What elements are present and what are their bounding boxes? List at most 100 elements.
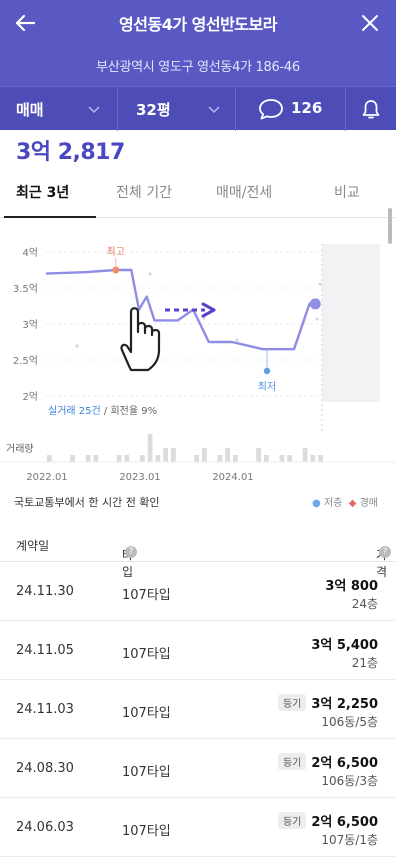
volume-bar bbox=[155, 455, 161, 462]
y-tick-label: 2.5억 bbox=[13, 355, 38, 367]
deal-price-value: 2억 6,500 bbox=[311, 756, 378, 771]
deal-price: 3억 800 bbox=[325, 575, 378, 594]
size-select[interactable]: 32평 bbox=[118, 87, 236, 131]
floor-info: 106동/5층 bbox=[321, 715, 378, 729]
deal-price: 등기 2억 6,500 bbox=[277, 811, 378, 830]
volume-bar bbox=[93, 455, 99, 462]
header-contract-date: 계약일 bbox=[16, 539, 50, 553]
volume-bar bbox=[233, 455, 238, 462]
x-tick-label: 2024.01 bbox=[212, 472, 253, 483]
deal-dot bbox=[75, 344, 79, 348]
volume-bar bbox=[217, 455, 223, 462]
y-tick-label: 3억 bbox=[22, 319, 38, 331]
volume-bar bbox=[171, 448, 176, 462]
volume-bar bbox=[256, 448, 261, 462]
deal-price-value: 3억 800 bbox=[325, 579, 378, 594]
volume-bar bbox=[202, 448, 207, 462]
comment-count: 126 bbox=[291, 99, 323, 117]
help-icon[interactable]: ? bbox=[379, 546, 391, 558]
close-icon[interactable] bbox=[358, 11, 382, 35]
volume-bar bbox=[147, 434, 153, 462]
deal-count[interactable]: 실거래 25건 bbox=[48, 406, 101, 417]
volume-bar bbox=[163, 448, 168, 462]
comments-button[interactable]: 126 bbox=[236, 87, 346, 131]
volume-bar bbox=[287, 455, 292, 462]
volume-bar bbox=[124, 455, 130, 462]
complex-title: 영선동4가 영선반도보라 bbox=[119, 15, 277, 34]
tab-sale-lease[interactable]: 매매/전세 bbox=[216, 182, 272, 202]
low-floor-marker-icon: ● bbox=[312, 498, 321, 509]
filter-row: 매매 32평 126 bbox=[0, 86, 396, 131]
unit-type: 107타입 bbox=[122, 588, 171, 603]
contract-date: 24.11.03 bbox=[16, 702, 74, 717]
registered-badge: 등기 bbox=[277, 812, 307, 829]
tab-compare[interactable]: 비교 bbox=[334, 182, 360, 202]
low-point-marker bbox=[263, 367, 271, 375]
y-tick-label: 4억 bbox=[22, 247, 38, 259]
size-label: 32평 bbox=[136, 101, 171, 119]
deal-price: 3억 5,400 bbox=[311, 634, 378, 653]
address-text: 부산광역시 영도구 영선동4가 186-46 bbox=[96, 60, 300, 75]
volume-bar bbox=[116, 455, 122, 462]
volume-label: 거래량 bbox=[6, 444, 34, 455]
chevron-down-icon bbox=[208, 106, 220, 114]
header-bar: 영선동4가 영선반도보라 부산광역시 영도구 영선동4가 186-46 매매 3… bbox=[0, 0, 396, 131]
contract-date: 24.11.30 bbox=[16, 584, 74, 599]
deal-dot bbox=[235, 338, 239, 342]
table-row[interactable]: 24.08.30 107타입 등기 2억 6,500 106동/3층 bbox=[0, 739, 396, 798]
volume-bar bbox=[47, 455, 52, 462]
volume-bar bbox=[310, 455, 316, 462]
volume-bar bbox=[140, 455, 145, 462]
turnover-rate: / 회전율 9% bbox=[103, 406, 158, 417]
contract-date: 24.11.05 bbox=[16, 643, 74, 658]
header-top: 영선동4가 영선반도보라 bbox=[0, 0, 396, 46]
table-header: 계약일 타입? 가격? bbox=[0, 528, 396, 579]
y-tick-label: 2억 bbox=[22, 391, 38, 403]
deal-dot bbox=[148, 272, 152, 276]
floor-info: 107동/1층 bbox=[321, 833, 378, 847]
registered-badge: 등기 bbox=[277, 694, 307, 711]
auction-marker-icon: ◆ bbox=[348, 498, 357, 509]
deal-price: 등기 3억 2,250 bbox=[277, 693, 378, 712]
deal-price-value: 3억 2,250 bbox=[311, 697, 378, 712]
legend-auction: 경매 bbox=[359, 498, 378, 509]
unit-type: 107타입 bbox=[122, 706, 171, 721]
help-icon[interactable]: ? bbox=[125, 546, 137, 558]
table-row[interactable]: 24.11.05 107타입 3억 5,400 21층 bbox=[0, 621, 396, 680]
chart-legend: ● 저층 ◆ 경매 bbox=[312, 494, 378, 509]
table-row[interactable]: 24.06.03 107타입 등기 2억 6,500 107동/1층 bbox=[0, 798, 396, 857]
x-tick-label: 2022.01 bbox=[26, 472, 67, 483]
unit-type: 107타입 bbox=[122, 647, 171, 662]
floor-info: 106동/3층 bbox=[321, 774, 378, 788]
deal-price-value: 3억 5,400 bbox=[311, 638, 378, 653]
table-row[interactable]: 24.11.03 107타입 등기 3억 2,250 106동/5층 bbox=[0, 680, 396, 739]
high-label: 최고 bbox=[107, 246, 125, 258]
period-tabs: 최근 3년 전체 기간 매매/전세 비교 bbox=[0, 170, 396, 218]
deal-price: 등기 2억 6,500 bbox=[277, 752, 378, 771]
deal-dot bbox=[315, 317, 319, 321]
low-label: 최저 bbox=[258, 381, 276, 393]
volume-bar bbox=[318, 455, 323, 462]
data-source-text: 국토교통부에서 한 시간 전 확인 bbox=[14, 496, 160, 509]
trade-type-label: 매매 bbox=[16, 101, 44, 119]
back-arrow-icon[interactable] bbox=[12, 10, 38, 36]
tab-all-period[interactable]: 전체 기간 bbox=[116, 182, 172, 202]
price-line bbox=[45, 268, 318, 351]
registered-badge: 등기 bbox=[277, 753, 307, 770]
price-chart[interactable]: 4억 3.5억 3억 2.5억 2억 최고최저 2022.01 2023.01 2024.01 bbox=[0, 234, 396, 484]
deal-price-value: 2억 6,500 bbox=[311, 815, 378, 830]
contract-date: 24.06.03 bbox=[16, 820, 74, 835]
floor-info: 24층 bbox=[351, 597, 378, 611]
deal-dot bbox=[318, 282, 322, 286]
volume-bar bbox=[70, 455, 75, 462]
trade-type-select[interactable]: 매매 bbox=[0, 87, 118, 131]
tab-recent-3y[interactable]: 최근 3년 bbox=[16, 182, 69, 202]
table-row[interactable]: 24.11.30 107타입 3억 800 24층 bbox=[0, 562, 396, 621]
volume-bar bbox=[279, 455, 285, 462]
bell-icon bbox=[362, 100, 380, 119]
unit-type: 107타입 bbox=[122, 765, 171, 780]
alert-button[interactable] bbox=[346, 87, 396, 131]
deal-summary: 실거래 25건 / 회전율 9% bbox=[48, 402, 157, 417]
legend-low-floor: 저층 bbox=[323, 498, 343, 509]
volume-bar bbox=[194, 455, 199, 462]
